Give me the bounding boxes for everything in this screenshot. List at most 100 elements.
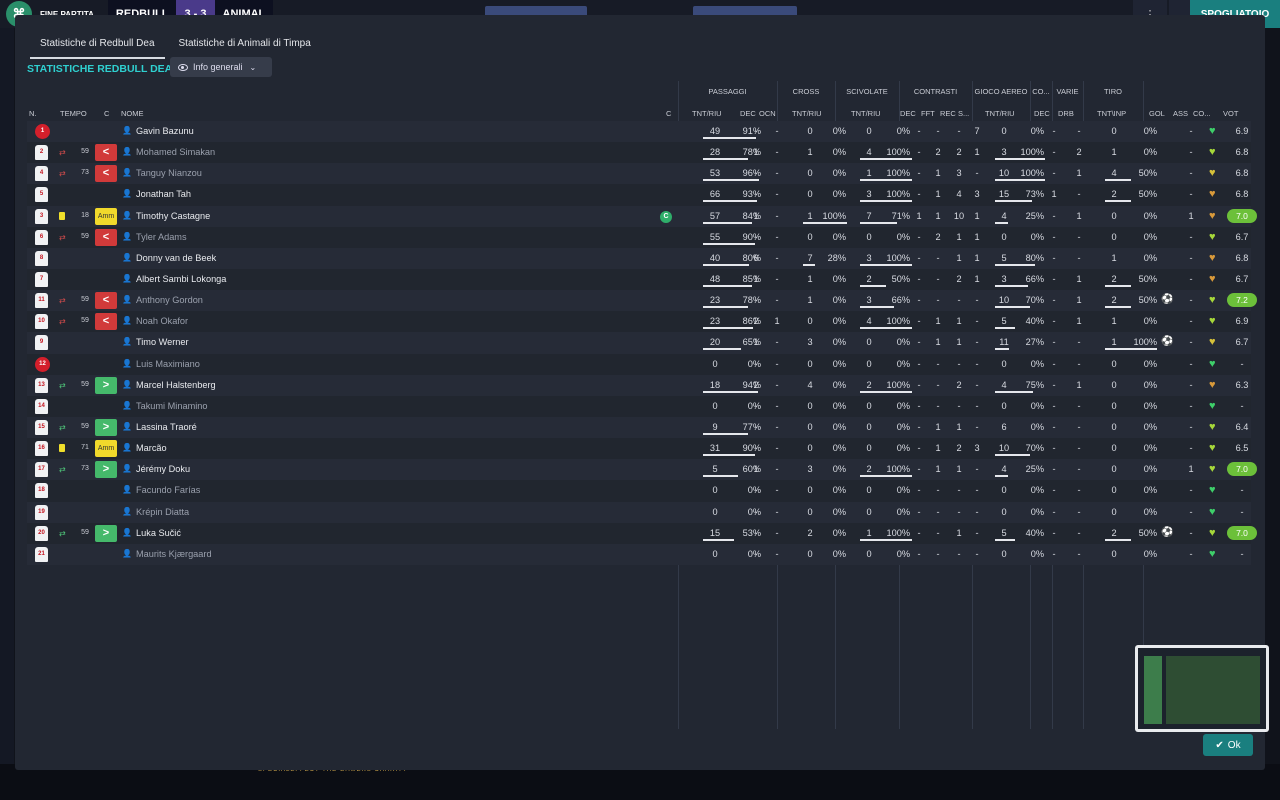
col-pass-tntriu[interactable]: TNT/RIU <box>692 109 722 118</box>
table-row[interactable]: 15 ⇄ 59 > 👤 Lassina Traoré 9 77% - -0 0% 0 0% -1 1-6 0%… <box>27 416 1251 439</box>
col-nome[interactable]: NOME <box>121 109 144 118</box>
col-s[interactable]: S... <box>958 109 969 118</box>
table-row[interactable]: 13 ⇄ 59 > 👤 Marcel Halstenberg 18 94% 2-4 0% 2 100%… <box>27 374 1251 396</box>
player-name[interactable]: Marcel Halstenberg <box>136 380 216 390</box>
col-contr-dec[interactable]: DEC <box>900 109 916 118</box>
col-cross-tntriu[interactable]: TNT/RIU <box>792 109 822 118</box>
table-row[interactable]: 21 👤 Maurits Kjærgaard 0 0% - -0 0% 0 0% - - - -0 0% - -… <box>27 543 1251 565</box>
table-row[interactable]: 20 ⇄ 59 > 👤 Luka Sučić 15 53% - -2 0% 1 100% - -1-5 40%… <box>27 522 1257 544</box>
subbed-on-badge[interactable]: > <box>95 418 117 436</box>
player-name[interactable]: Donny van de Beek <box>136 253 216 263</box>
stat-ass: - <box>1189 379 1193 390</box>
stat-cp: 0% <box>832 273 846 284</box>
col-tiro[interactable]: TNT\INP <box>1097 109 1126 118</box>
col-ocn[interactable]: OCN <box>759 109 776 118</box>
col-ass[interactable]: ASS <box>1173 109 1188 118</box>
view-dropdown[interactable]: Info generali ⌄ <box>170 57 272 77</box>
player-name[interactable]: Tanguy Nianzou <box>136 168 202 178</box>
table-row[interactable]: 2 ⇄ 59 < 👤 Mohamed Simakan 28 78% 1-1 0% 4 100% -2 2 1… <box>27 142 1251 164</box>
stat-re: 2 <box>956 273 962 284</box>
stat-ct: 4 <box>807 379 813 390</box>
table-row[interactable]: 4 ⇄ 73 < 👤 Tanguy Nianzou 53 96% - -0 0% 1 100% -1 3-1… <box>27 163 1251 185</box>
col-fft[interactable]: FFT <box>921 109 935 118</box>
col-gol[interactable]: GOL <box>1149 109 1165 118</box>
subbed-off-badge[interactable]: < <box>95 144 117 162</box>
stat-cod: - <box>1052 358 1056 369</box>
rating: 6.9 <box>1235 316 1249 327</box>
col-n[interactable]: N. <box>29 109 37 118</box>
stat-ct: 0 <box>807 168 813 179</box>
player-name[interactable]: Albert Sambi Lokonga <box>136 274 226 284</box>
col-co-dec[interactable]: DEC <box>1034 109 1050 118</box>
table-row[interactable]: 11 ⇄ 59 < 👤 Anthony Gordon 23 78% - -1 0% 3 66% - - - -1… <box>27 290 1257 312</box>
col-aereo-tntriu[interactable]: TNT/RIU <box>985 109 1015 118</box>
subbed-off-badge[interactable]: < <box>95 165 117 183</box>
tab-home-stats[interactable]: Statistiche di Redbull Dea <box>30 33 165 59</box>
player-name[interactable]: Jonathan Tah <box>136 189 191 199</box>
player-name[interactable]: Timothy Castagne <box>136 211 210 221</box>
table-row[interactable]: 19 👤 Krépin Diatta 0 0% - -0 0% 0 0% - - - -0 0% - -0 0% -… <box>27 501 1251 523</box>
stat-ff: 1 <box>935 168 941 179</box>
stat-at: 10 <box>998 168 1010 179</box>
subbed-on-badge[interactable]: > <box>95 461 117 479</box>
col-tempo[interactable]: TEMPO <box>60 109 87 118</box>
stat-ff: 1 <box>935 189 941 200</box>
stat-tt: 2 <box>1111 527 1117 538</box>
col-sciv-tntriu[interactable]: TNT/RIU <box>851 109 881 118</box>
shirt-icon: 13 <box>35 377 48 393</box>
col-rec[interactable]: REC <box>940 109 956 118</box>
table-row[interactable]: 10 ⇄ 59 < 👤 Noah Okafor 23 86% 2 1 0 0% 4 100% -1 1-5 40… <box>27 311 1251 333</box>
stat-drb: - <box>1077 252 1081 263</box>
col-vot[interactable]: VOT <box>1223 109 1238 118</box>
player-name[interactable]: Marcão <box>136 443 167 453</box>
stat-drb: - <box>1077 126 1081 136</box>
col-co[interactable]: CO... <box>1193 109 1211 118</box>
player-name[interactable]: Krépin Diatta <box>136 507 189 517</box>
player-name[interactable]: Takumi Minamino <box>136 401 207 411</box>
player-name[interactable]: Facundo Farías <box>136 485 200 495</box>
shirt-icon: 5 <box>35 187 48 203</box>
player-name[interactable]: Timo Werner <box>136 337 189 347</box>
stat-ass: 1 <box>1188 464 1194 475</box>
ok-button[interactable]: ✔ Ok <box>1203 734 1253 756</box>
player-name[interactable]: Maurits Kjærgaard <box>136 549 212 559</box>
subbed-on-badge[interactable]: > <box>95 524 117 542</box>
player-name[interactable]: Jérémy Doku <box>136 464 190 474</box>
table-row[interactable]: 12 👤 Luis Maximiano 0 0% - -0 0% 0 0% - - - -0 0% - -0 0%… <box>27 353 1251 375</box>
table-row[interactable]: 18 👤 Facundo Farías 0 0% - -0 0% 0 0% - - - -0 0% - -0 0%… <box>27 480 1251 502</box>
col-c2[interactable]: C <box>666 109 671 118</box>
table-row[interactable]: 7 👤 Albert Sambi Lokonga 48 85% 1-1 0% 2 50% - -2 1… <box>27 268 1251 291</box>
minimap[interactable] <box>1135 645 1269 732</box>
player-name[interactable]: Anthony Gordon <box>136 295 203 305</box>
table-row[interactable]: 14 👤 Takumi Minamino 0 0% - -0 0% 0 0% - - - -0 0% - -0 0… <box>27 395 1251 417</box>
subbed-off-badge[interactable]: < <box>95 228 117 246</box>
stat-pt: 49 <box>709 126 721 136</box>
table-row[interactable]: 17 ⇄ 73 > 👤 Jérémy Doku 5 60% 1-3 0% 2 100% -1 1-4 25%… <box>27 459 1257 481</box>
col-c[interactable]: C <box>104 109 109 118</box>
table-row[interactable]: 1 👤 Gavin Bazunu 49 91% - -0 0% 0 0% - - -7 0 0% - -0 0% -… <box>27 121 1251 143</box>
table-row[interactable]: 8 👤 Donny van de Beek 40 80% 6-7 28% 3 100% - -1 1 5… <box>27 247 1251 269</box>
subbed-off-badge[interactable]: < <box>95 292 117 310</box>
tab-away-stats[interactable]: Statistiche di Animali di Timpa <box>169 33 321 59</box>
table-row[interactable]: 5 👤 Jonathan Tah 66 93% - -0 0% 3 100% -1 4 3 15 73% 1-… <box>27 184 1251 206</box>
col-dec[interactable]: DEC <box>740 109 756 118</box>
player-name[interactable]: Mohamed Simakan <box>136 147 215 157</box>
table-row[interactable]: 9 👤 Timo Werner 20 65% 1-3 0% 0 0% -1 1-11 27% - -1 10… <box>27 332 1251 354</box>
stat-ap: 100% <box>1020 168 1045 179</box>
player-name[interactable]: Luis Maximiano <box>136 359 200 369</box>
col-drb[interactable]: DRB <box>1058 109 1074 118</box>
player-name[interactable]: Gavin Bazunu <box>136 126 194 136</box>
table-row[interactable]: 16 71 Amm 👤 Marcão 31 90% - -0 0% 0 0% -1 2 3 10 70% - -0 0… <box>27 438 1251 460</box>
subbed-off-badge[interactable]: < <box>95 313 117 331</box>
table-row[interactable]: 3 18 Amm 👤 Timothy Castagne C 57 84% 1-1 100% 7 71%… <box>27 205 1257 227</box>
stat-dec: - <box>754 527 758 538</box>
player-name[interactable]: Lassina Traoré <box>136 422 197 432</box>
player-name[interactable]: Tyler Adams <box>136 232 187 242</box>
player-name[interactable]: Noah Okafor <box>136 316 188 326</box>
person-icon: 👤 <box>122 316 132 326</box>
stat-ass: - <box>1189 316 1193 327</box>
subbed-on-badge[interactable]: > <box>95 376 117 394</box>
player-name[interactable]: Luka Sučić <box>136 528 181 538</box>
table-row[interactable]: 6 ⇄ 59 < 👤 Tyler Adams 55 90% - -0 0% 0 0% -2 1 1 0 0% - -0… <box>27 226 1251 248</box>
stat-s: 7 <box>974 126 980 136</box>
